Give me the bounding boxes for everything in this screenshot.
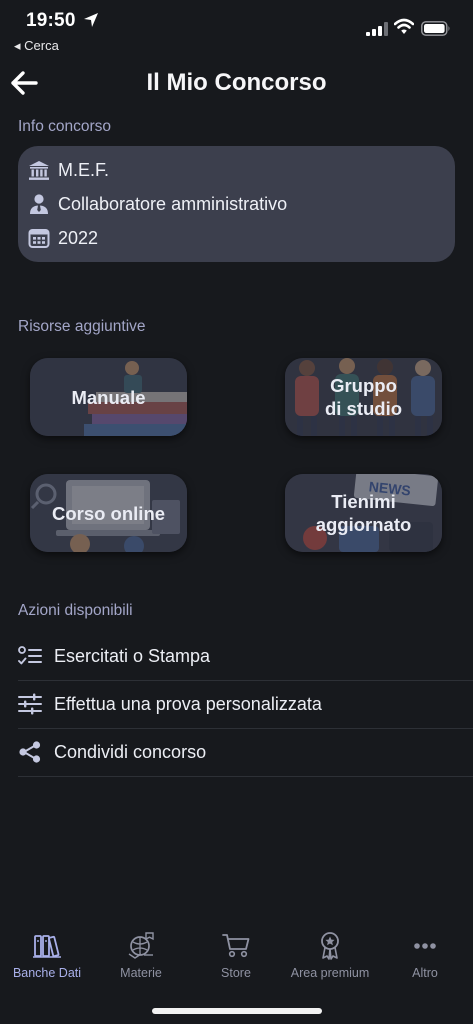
info-card: M.E.F. Collaboratore amministrativo 2022 (18, 146, 455, 262)
info-anno: 2022 (58, 227, 99, 248)
location-arrow-icon (84, 13, 98, 27)
action-condividi-label: Condividi concorso (54, 742, 207, 762)
bank-icon (29, 161, 49, 180)
gruppo-studio-label: Gruppo di studio (324, 375, 403, 419)
corso-online-label: Corso online (51, 502, 166, 524)
tab-materie[interactable]: Materie (94, 922, 188, 992)
back-arrow-icon[interactable] (10, 70, 38, 96)
status-bar: 19:50 ◂ Cerca (0, 0, 473, 56)
manuale-label: Manuale (71, 386, 146, 408)
calendar-icon (28, 229, 50, 248)
tab-materie-label: Materie (120, 966, 162, 980)
wifi-icon (394, 18, 414, 34)
action-prova-personalizzata-label: Effettua una prova personalizzata (54, 694, 322, 714)
tab-area-premium-label: Area premium (290, 966, 370, 980)
checklist-icon (18, 646, 42, 665)
action-esercitati-label: Esercitati o Stampa (54, 646, 211, 666)
nav-bar: Il Mio Concorso (0, 60, 473, 104)
tab-area-premium[interactable]: Area premium (283, 922, 377, 992)
tab-altro[interactable]: Altro (378, 922, 472, 992)
info-row-anno: 2022 (28, 223, 98, 253)
gruppo-studio-button[interactable]: Gruppo di studio (285, 358, 442, 436)
tab-altro-label: Altro (412, 966, 438, 980)
info-profilo: Collaboratore amministrativo (58, 193, 288, 214)
award-icon (321, 932, 339, 960)
battery-icon (421, 21, 450, 36)
action-esercitati[interactable]: Esercitati o Stampa (18, 632, 473, 681)
tab-banche-dati-label: Banche Dati (12, 966, 82, 980)
tienimi-aggiornato-button[interactable]: NEWS Tienimi aggiornato (285, 474, 442, 552)
signal-icon (366, 22, 388, 36)
action-prova-personalizzata[interactable]: Effettua una prova personalizzata (18, 680, 473, 729)
tab-store-label: Store (221, 966, 251, 980)
tab-store[interactable]: Store (189, 922, 283, 992)
action-condividi[interactable]: Condividi concorso (18, 728, 473, 777)
azioni-section-label: Azioni disponibili (18, 602, 133, 619)
books-icon (33, 935, 61, 958)
manuale-button[interactable]: Manuale (30, 358, 187, 436)
info-section-label: Info concorso (18, 118, 112, 135)
info-row-ente: M.E.F. (28, 155, 109, 185)
cart-icon (222, 934, 250, 958)
info-ente: M.E.F. (58, 159, 110, 180)
info-row-profilo: Collaboratore amministrativo (28, 189, 287, 219)
tab-bar: Banche Dati Materie Store Area premium A… (0, 922, 473, 992)
page-title: Il Mio Concorso (146, 69, 327, 96)
subjects-icon (128, 932, 154, 959)
more-icon (414, 943, 436, 949)
status-time: 19:50 (26, 10, 76, 31)
home-indicator[interactable] (152, 1008, 322, 1014)
corso-online-button[interactable]: Corso online (30, 474, 187, 552)
share-icon (19, 741, 41, 763)
employee-icon (30, 194, 48, 214)
risorse-section-label: Risorse aggiuntive (18, 318, 146, 335)
tab-banche-dati[interactable]: Banche Dati (0, 922, 94, 992)
sliders-icon (18, 693, 42, 715)
tienimi-aggiornato-label: Tienimi aggiornato (315, 491, 412, 535)
back-to-app-link[interactable]: ◂ Cerca (14, 38, 59, 54)
